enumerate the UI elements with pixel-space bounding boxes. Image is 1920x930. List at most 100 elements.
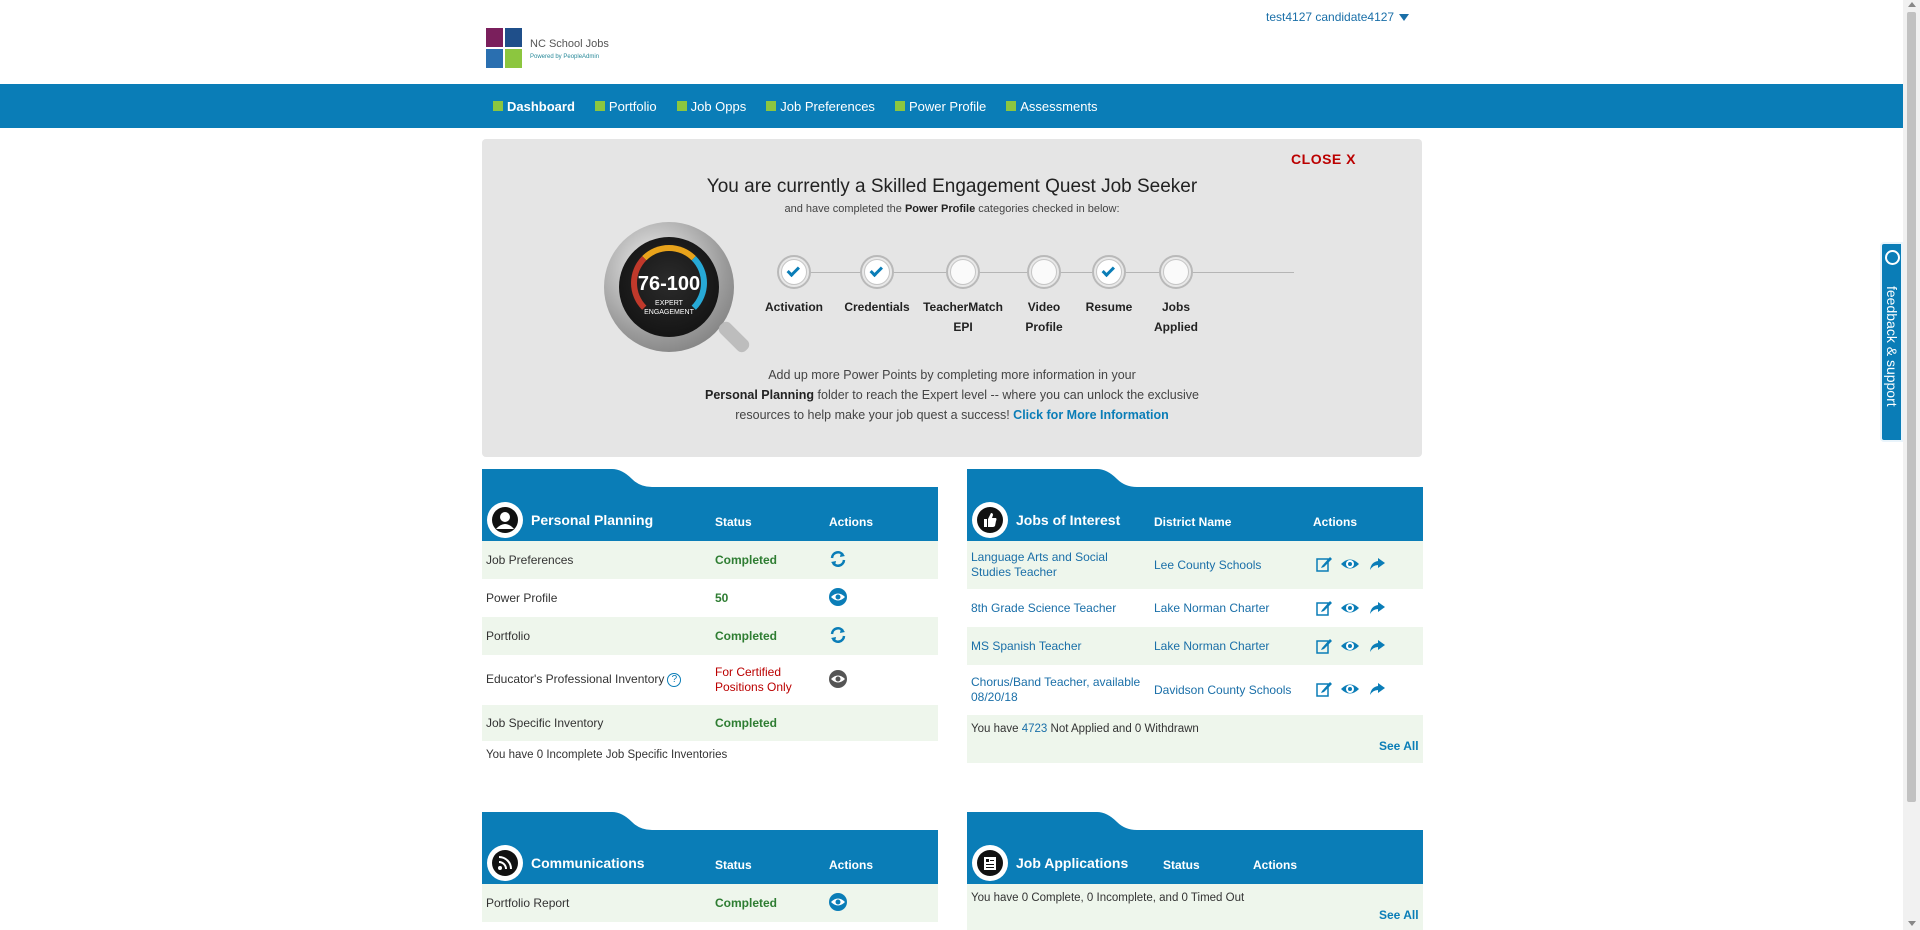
badge-score: 76-100 [637, 273, 701, 295]
page: NC School Jobs Powered by PeopleAdmin te… [0, 0, 1920, 930]
nav-power-profile[interactable]: Power Profile [894, 99, 986, 114]
eye-icon[interactable] [1340, 599, 1360, 617]
table-row: Educator's Professional Inventory? For C… [482, 655, 938, 705]
nav-square-icon [894, 101, 905, 111]
close-button[interactable]: CLOSE X [1291, 151, 1356, 167]
district-name: Lee County Schools [1154, 558, 1262, 572]
job-title-link[interactable]: Language Arts and Social Studies Teacher [971, 550, 1108, 580]
job-title-link[interactable]: Chorus/Band Teacher, available 08/20/18 [971, 675, 1140, 705]
share-arrow-icon[interactable] [1368, 680, 1386, 698]
table-row: MS Spanish Teacher Lake Norman Charter [967, 627, 1423, 665]
card-title: Job Applications [1016, 855, 1129, 871]
see-all-link[interactable]: See All [1379, 908, 1419, 922]
logo-powered-by: Powered by PeopleAdmin [530, 54, 600, 60]
user-menu[interactable]: test4127 candidate4127 [1266, 10, 1410, 24]
footer-row: You have 0 Incomplete Job Specific Inven… [486, 749, 728, 761]
person-icon [487, 502, 523, 538]
megaphone-icon [1885, 250, 1900, 265]
card-title: Jobs of Interest [1016, 512, 1121, 528]
card-header: Job Applications Status Actions [967, 830, 1423, 884]
table-row: Portfolio Report Completed [482, 884, 938, 922]
nav-dashboard[interactable]: Dashboard [493, 99, 575, 114]
edit-icon[interactable] [1315, 680, 1333, 698]
card-title: Personal Planning [531, 512, 654, 528]
job-title-link[interactable]: MS Spanish Teacher [971, 639, 1082, 653]
share-arrow-icon[interactable] [1368, 599, 1386, 617]
logo-title: NC School Jobs [530, 38, 609, 50]
communications-card: Communications Status Actions Portfolio … [482, 812, 938, 930]
feedback-support-tab[interactable]: feedback & support [1880, 242, 1903, 442]
table-row: Chorus/Band Teacher, available 08/20/18 D… [967, 665, 1423, 715]
nc-school-jobs-logo[interactable]: NC School Jobs Powered by PeopleAdmin [486, 28, 616, 70]
footer-row: You have 4723 Not Applied and 0 Withdraw… [967, 715, 1423, 763]
engagement-quest-panel: CLOSE X You are currently a Skilled Enga… [482, 139, 1422, 457]
district-name: Davidson County Schools [1154, 683, 1292, 697]
chevron-down-icon [1399, 13, 1410, 21]
see-all-link[interactable]: See All [1379, 739, 1419, 753]
help-icon[interactable]: ? [667, 672, 682, 687]
logo-mark-icon [486, 28, 524, 70]
user-name: test4127 candidate4127 [1266, 10, 1395, 24]
quest-subtitle: and have completed the Power Profile cat… [784, 203, 1120, 215]
eye-icon[interactable] [828, 669, 848, 689]
col-status: Status [715, 515, 752, 529]
col-status: Status [1163, 858, 1200, 872]
eye-icon[interactable] [1340, 680, 1360, 698]
table-row: Power Profile 50 [482, 579, 938, 617]
col-actions: Actions [829, 858, 874, 872]
card-header: Jobs of Interest District Name Actions [967, 487, 1423, 541]
step-credentials: Credentials [827, 255, 927, 317]
refresh-icon[interactable] [828, 549, 848, 569]
district-name: Lake Norman Charter [1154, 639, 1270, 653]
table-row: Portfolio Completed [482, 617, 938, 655]
card-title: Communications [531, 855, 645, 871]
not-applied-count[interactable]: 4723 [1022, 723, 1048, 735]
nav-job-opps[interactable]: Job Opps [676, 99, 746, 114]
col-actions: Actions [1313, 515, 1358, 529]
share-arrow-icon[interactable] [1368, 637, 1386, 655]
personal-planning-card: Personal Planning Status Actions Job Pre… [482, 469, 938, 769]
table-row: 8th Grade Science Teacher Lake Norman Ch… [967, 589, 1423, 627]
refresh-icon[interactable] [828, 625, 848, 645]
scroll-down-arrow-icon[interactable] [1908, 921, 1916, 926]
jobs-of-interest-card: Jobs of Interest District Name Actions L… [967, 469, 1423, 769]
card-header: Personal Planning Status Actions [482, 487, 938, 541]
scroll-thumb[interactable] [1907, 12, 1916, 802]
check-icon [1101, 263, 1116, 277]
main-nav: Dashboard Portfolio Job Opps Job Prefere… [0, 84, 1903, 128]
nav-square-icon [766, 101, 777, 111]
share-arrow-icon[interactable] [1368, 555, 1386, 573]
card-tab-shape [482, 469, 938, 487]
nav-assessments[interactable]: Assessments [1006, 99, 1098, 114]
eye-icon[interactable] [1340, 555, 1360, 573]
edit-icon[interactable] [1315, 555, 1333, 573]
table-row: Language Arts and Social Studies Teacher … [967, 541, 1423, 589]
col-actions: Actions [829, 515, 874, 529]
eye-icon[interactable] [828, 587, 848, 607]
nav-job-preferences[interactable]: Job Preferences [766, 99, 875, 114]
job-title-link[interactable]: 8th Grade Science Teacher [971, 601, 1116, 615]
card-tab-shape [482, 812, 938, 830]
edit-icon[interactable] [1315, 637, 1333, 655]
rss-icon [487, 845, 523, 881]
job-applications-card: Job Applications Status Actions You have… [967, 812, 1423, 930]
eye-icon[interactable] [828, 892, 848, 912]
engagement-badge-icon: 76-100 EXPERT ENGAGEMENT [604, 222, 752, 355]
more-information-link[interactable]: Click for More Information [1013, 408, 1169, 422]
table-row: Job Preferences Completed [482, 541, 938, 579]
col-status: Status [715, 858, 752, 872]
edit-icon[interactable] [1315, 599, 1333, 617]
eye-icon[interactable] [1340, 637, 1360, 655]
quest-title: You are currently a Skilled Engagement Q… [706, 176, 1198, 197]
scroll-up-arrow-icon[interactable] [1908, 2, 1916, 7]
nav-portfolio[interactable]: Portfolio [594, 99, 657, 114]
district-name: Lake Norman Charter [1154, 601, 1270, 615]
nav-square-icon [594, 101, 605, 111]
thumbs-up-icon [972, 502, 1008, 538]
status-restricted: For Certified Positions Only [715, 665, 792, 694]
quest-footer-text: Add up more Power Points by completing m… [705, 368, 1199, 422]
col-actions: Actions [1253, 858, 1298, 872]
nav-square-icon [493, 101, 503, 111]
page-scrollbar[interactable] [1903, 0, 1920, 930]
nav-square-icon [1006, 101, 1017, 111]
